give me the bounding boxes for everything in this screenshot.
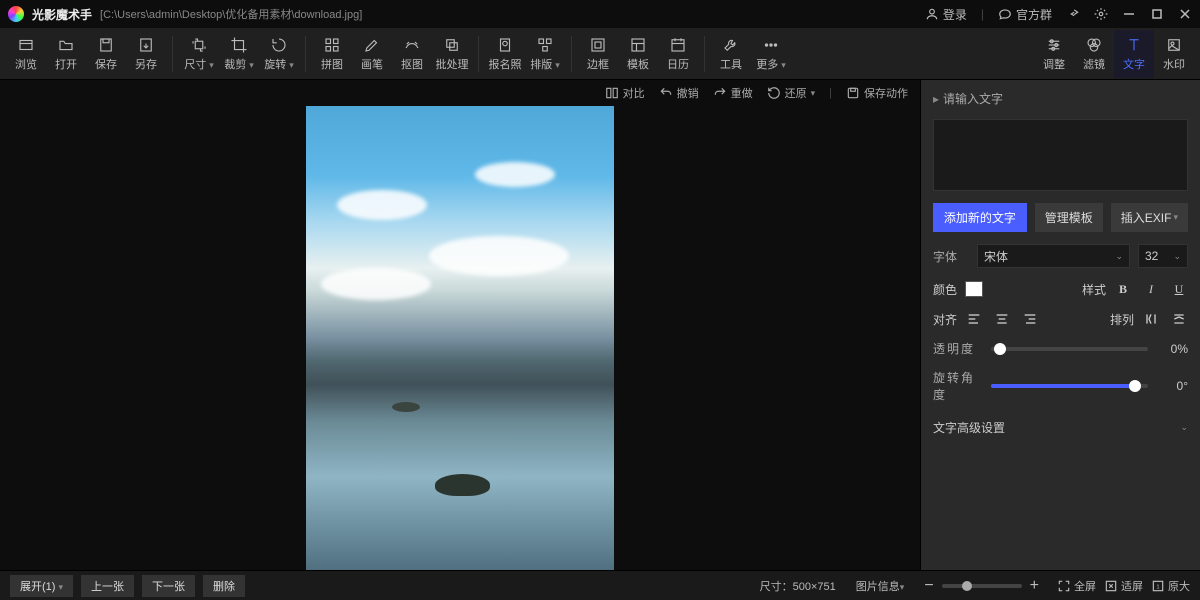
tool-滤镜[interactable]: 滤镜	[1074, 30, 1114, 78]
zoom-slider[interactable]	[942, 584, 1022, 588]
close-icon[interactable]	[1178, 7, 1192, 21]
font-label: 字体	[933, 248, 969, 265]
login-button[interactable]: 登录	[925, 6, 967, 23]
app-title: 光影魔术手	[32, 6, 92, 23]
tool-抠图[interactable]: 抠图	[392, 30, 432, 78]
maximize-icon[interactable]	[1150, 7, 1164, 21]
insert-exif-button[interactable]: 插入EXIF▾	[1111, 203, 1188, 232]
align-center-icon[interactable]	[993, 310, 1011, 328]
fit-screen-button[interactable]: 适屏	[1104, 578, 1143, 594]
bold-button[interactable]: B	[1114, 280, 1132, 298]
tool-模板[interactable]: 模板	[618, 30, 658, 78]
prev-image-button[interactable]: 上一张	[81, 575, 134, 597]
tool-裁剪[interactable]: 裁剪 ▾	[219, 30, 259, 78]
share-icon[interactable]	[1066, 7, 1080, 21]
arrange-vertical-icon[interactable]	[1170, 310, 1188, 328]
titlebar: 光影魔术手 [C:\Users\admin\Desktop\优化备用素材\dow…	[0, 0, 1200, 28]
tool-浏览[interactable]: 浏览	[6, 30, 46, 78]
delete-button[interactable]: 删除	[203, 575, 245, 597]
redo-button[interactable]: 重做	[713, 85, 753, 101]
image-preview[interactable]	[306, 106, 614, 570]
italic-button[interactable]: I	[1142, 280, 1160, 298]
arrange-label: 排列	[1110, 311, 1134, 328]
text-input[interactable]	[933, 119, 1188, 191]
fullscreen-button[interactable]: 全屏	[1057, 578, 1096, 594]
tool-尺寸[interactable]: 尺寸 ▾	[179, 30, 219, 78]
tool-排版[interactable]: 排版 ▾	[525, 30, 565, 78]
font-size-select[interactable]: 32⌄	[1138, 244, 1188, 268]
tool-工具[interactable]: 工具	[711, 30, 751, 78]
align-label: 对齐	[933, 311, 957, 328]
tool-调整[interactable]: 调整	[1034, 30, 1074, 78]
canvas-toolbar: 对比 撤销 重做 还原▾ | 保存动作	[0, 80, 920, 106]
svg-text:1: 1	[1156, 584, 1159, 590]
canvas-area: 对比 撤销 重做 还原▾ | 保存动作	[0, 80, 920, 570]
color-swatch[interactable]	[965, 281, 983, 297]
text-panel: ▸请输入文字 添加新的文字 管理模板 插入EXIF▾ 字体 宋体⌄ 32⌄ 颜色…	[920, 80, 1200, 570]
tool-画笔[interactable]: 画笔	[352, 30, 392, 78]
zoom-out-button[interactable]: −	[924, 577, 933, 595]
opacity-label: 透明度	[933, 340, 981, 357]
tool-水印[interactable]: 水印	[1154, 30, 1194, 78]
tool-报名照[interactable]: 报名照	[485, 30, 525, 78]
original-size-button[interactable]: 1原大	[1151, 578, 1190, 594]
color-label: 颜色	[933, 281, 957, 298]
tool-保存[interactable]: 保存	[86, 30, 126, 78]
underline-button[interactable]: U	[1170, 280, 1188, 298]
align-right-icon[interactable]	[1021, 310, 1039, 328]
size-label: 尺寸：500×751	[760, 578, 836, 594]
save-action-button[interactable]: 保存动作	[846, 85, 908, 101]
next-image-button[interactable]: 下一张	[142, 575, 195, 597]
file-path: [C:\Users\admin\Desktop\优化备用素材\download.…	[100, 6, 362, 22]
font-select[interactable]: 宋体⌄	[977, 244, 1130, 268]
rotate-value: 0°	[1158, 379, 1188, 393]
tool-拼图[interactable]: 拼图	[312, 30, 352, 78]
add-text-button[interactable]: 添加新的文字	[933, 203, 1027, 232]
expand-button[interactable]: 展开(1) ▾	[10, 575, 73, 597]
restore-button[interactable]: 还原▾	[767, 85, 816, 101]
tool-旋转[interactable]: 旋转 ▾	[259, 30, 299, 78]
main-toolbar: 浏览打开保存另存 尺寸 ▾裁剪 ▾旋转 ▾ 拼图画笔抠图批处理 报名照排版 ▾ …	[0, 28, 1200, 80]
arrange-horizontal-icon[interactable]	[1142, 310, 1160, 328]
align-left-icon[interactable]	[965, 310, 983, 328]
tool-批处理[interactable]: 批处理	[432, 30, 472, 78]
statusbar: 展开(1) ▾ 上一张 下一张 删除 尺寸：500×751 图片信息▾ − + …	[0, 570, 1200, 600]
official-group-button[interactable]: 官方群	[998, 6, 1052, 23]
app-logo-icon	[8, 6, 24, 22]
opacity-slider[interactable]	[991, 347, 1148, 351]
minimize-icon[interactable]	[1122, 7, 1136, 21]
zoom-in-button[interactable]: +	[1030, 577, 1039, 595]
rotate-slider[interactable]	[991, 384, 1148, 388]
tool-另存[interactable]: 另存	[126, 30, 166, 78]
tool-日历[interactable]: 日历	[658, 30, 698, 78]
style-label: 样式	[1082, 281, 1106, 298]
tool-文字[interactable]: 文字	[1114, 30, 1154, 78]
manage-template-button[interactable]: 管理模板	[1035, 203, 1103, 232]
undo-button[interactable]: 撤销	[659, 85, 699, 101]
advanced-settings-row[interactable]: 文字高级设置⌄	[933, 419, 1188, 436]
tool-边框[interactable]: 边框	[578, 30, 618, 78]
panel-title: ▸请输入文字	[933, 90, 1188, 107]
tool-打开[interactable]: 打开	[46, 30, 86, 78]
tool-更多[interactable]: 更多 ▾	[751, 30, 791, 78]
image-info-button[interactable]: 图片信息▾	[856, 578, 905, 594]
settings-icon[interactable]	[1094, 7, 1108, 21]
rotate-label: 旋转角度	[933, 369, 981, 403]
compare-button[interactable]: 对比	[605, 85, 645, 101]
opacity-value: 0%	[1158, 342, 1188, 356]
